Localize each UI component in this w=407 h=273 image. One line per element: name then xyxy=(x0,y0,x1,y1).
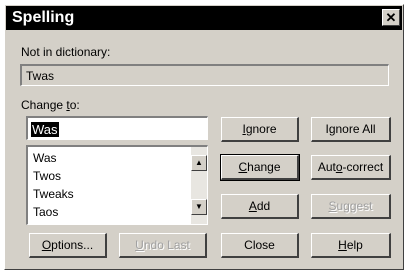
list-item[interactable]: Was xyxy=(33,149,57,167)
add-button[interactable]: Add xyxy=(221,194,299,219)
auto-correct-accel: o xyxy=(335,160,343,174)
scroll-down-icon[interactable]: ▼ xyxy=(191,199,207,215)
list-item[interactable]: Tweaks xyxy=(33,185,74,203)
not-in-dictionary-value: Twas xyxy=(26,69,55,83)
change-to-label-suffix: o: xyxy=(69,98,80,112)
dialog-title: Spelling xyxy=(12,9,75,26)
suggest-rest: uggest xyxy=(336,199,373,213)
undo-last-button[interactable]: Undo Last xyxy=(119,233,207,258)
title-bar[interactable]: Spelling ✕ xyxy=(6,6,402,30)
list-item[interactable]: Twos xyxy=(33,167,61,185)
change-button[interactable]: Change xyxy=(220,154,300,181)
options-button[interactable]: Options... xyxy=(29,233,107,258)
suggestions-list[interactable]: Was Twos Tweaks Taos ▲ ▼ xyxy=(26,145,208,225)
ignore-rest: gnore xyxy=(245,122,277,136)
change-accel: C xyxy=(238,160,248,174)
help-rest: elp xyxy=(346,238,363,252)
ignore-all-button[interactable]: Ignore All xyxy=(311,117,391,142)
undo-last-rest: ndo Last xyxy=(143,238,190,252)
add-accel: A xyxy=(248,199,257,213)
change-rest: hange xyxy=(247,160,281,174)
suggestions-scrollbar[interactable]: ▲ ▼ xyxy=(191,147,207,224)
close-icon[interactable]: ✕ xyxy=(382,9,400,26)
help-accel: H xyxy=(338,238,347,252)
not-in-dictionary-label: Not in dictionary: xyxy=(21,45,111,59)
ignore-all-accel: g xyxy=(328,122,336,136)
undo-last-accel: U xyxy=(135,238,144,252)
options-rest: ptions... xyxy=(51,238,94,252)
auto-correct-pre: Aut xyxy=(317,160,336,174)
scroll-up-icon[interactable]: ▲ xyxy=(191,155,207,171)
ignore-button[interactable]: Ignore xyxy=(221,117,299,142)
spelling-dialog: Spelling ✕ Not in dictionary: Twas Chang… xyxy=(4,4,404,270)
change-to-input[interactable]: Was xyxy=(26,116,208,140)
suggest-button[interactable]: Suggest xyxy=(311,194,391,219)
change-to-label-prefix: Change xyxy=(21,98,67,112)
ignore-all-rest: nore All xyxy=(335,122,376,136)
change-to-label: Change to: xyxy=(21,98,80,112)
auto-correct-button[interactable]: Auto-correct xyxy=(311,155,391,180)
not-in-dictionary-field: Twas xyxy=(20,64,389,86)
list-item[interactable]: Taos xyxy=(33,203,58,221)
help-button[interactable]: Help xyxy=(311,233,391,258)
change-to-value: Was xyxy=(31,122,59,137)
auto-correct-rest: -correct xyxy=(342,160,384,174)
options-accel: O xyxy=(41,238,52,252)
close-button[interactable]: Close xyxy=(221,233,299,258)
add-rest: dd xyxy=(256,199,271,213)
